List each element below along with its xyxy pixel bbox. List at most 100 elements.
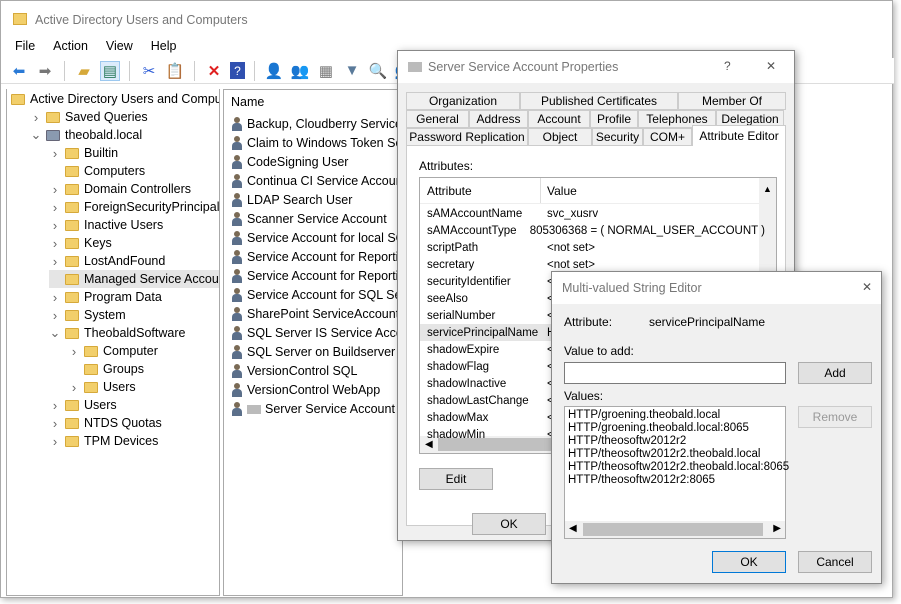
tree-node[interactable]: › Saved Queries — [30, 108, 148, 126]
menu-view[interactable]: View — [106, 39, 133, 53]
list-item[interactable]: Service Account for local SQL — [231, 229, 402, 247]
tab-profile[interactable]: Profile — [590, 110, 638, 128]
tree-node[interactable]: › Program Data — [49, 288, 162, 306]
values-list[interactable]: HTTP/groening.theobald.local HTTP/groenin… — [564, 406, 789, 539]
tree-node[interactable]: Groups — [68, 360, 144, 378]
attribute-row[interactable]: scriptPath <not set> — [420, 239, 765, 256]
tree-node[interactable]: › NTDS Quotas — [49, 414, 162, 432]
tree-node[interactable]: › Inactive Users — [49, 216, 163, 234]
list-item[interactable]: Scanner Service Account — [231, 210, 387, 228]
chevron-right-icon[interactable]: › — [49, 416, 61, 431]
tab-account[interactable]: Account — [528, 110, 590, 128]
editor-close-button[interactable]: ✕ — [862, 280, 872, 294]
tab-member-of[interactable]: Member Of — [678, 92, 786, 110]
new-ou-icon[interactable]: ▦ — [316, 61, 336, 81]
scroll-thumb[interactable] — [583, 523, 763, 536]
attribute-row[interactable]: sAMAccountName svc_xusrv — [420, 205, 765, 222]
chevron-right-icon[interactable]: › — [49, 236, 61, 251]
find-icon[interactable]: 🔍 — [368, 61, 388, 81]
chevron-down-icon[interactable]: ⌄ — [49, 325, 61, 341]
list-item[interactable]: VersionControl SQL — [231, 362, 357, 380]
chevron-right-icon[interactable]: › — [49, 254, 61, 269]
tree-node[interactable]: › Keys — [49, 234, 112, 252]
clipboard-icon[interactable]: 📋 — [165, 61, 185, 81]
delete-icon[interactable]: ✕ — [204, 61, 224, 81]
chevron-right-icon[interactable]: › — [68, 380, 80, 395]
tab-published-certificates[interactable]: Published Certificates — [520, 92, 678, 110]
value-item[interactable]: HTTP/theosoftw2012r2 — [568, 435, 782, 448]
tree-node[interactable]: › Computer — [68, 342, 158, 360]
tree-node[interactable]: Computers — [49, 162, 145, 180]
tree-node[interactable]: › Domain Controllers — [49, 180, 191, 198]
list-item[interactable]: LDAP Search User — [231, 191, 352, 209]
close-button[interactable]: ✕ — [766, 59, 776, 73]
menu-file[interactable]: File — [15, 39, 35, 53]
tab-object[interactable]: Object — [528, 128, 592, 146]
up-folder-icon[interactable]: ▰ — [74, 61, 94, 81]
value-item[interactable]: HTTP/theosoftw2012r2.theobald.local — [568, 448, 782, 461]
chevron-right-icon[interactable]: › — [49, 218, 61, 233]
list-item[interactable]: Continua CI Service Account — [231, 172, 402, 190]
remove-button[interactable]: Remove — [798, 406, 872, 428]
chevron-down-icon[interactable]: ⌄ — [30, 127, 42, 143]
tab-com-[interactable]: COM+ — [643, 128, 692, 146]
tab-general[interactable]: General — [406, 110, 469, 128]
help-button[interactable]: ? — [724, 59, 731, 73]
tab-address[interactable]: Address — [469, 110, 528, 128]
tree-node[interactable]: › Users — [49, 396, 117, 414]
chevron-right-icon[interactable]: › — [49, 308, 61, 323]
forward-arrow-icon[interactable]: ➡ — [35, 61, 55, 81]
list-item[interactable]: Claim to Windows Token Service — [231, 134, 402, 152]
tree-node[interactable]: › ForeignSecurityPrincipals — [49, 198, 219, 216]
chevron-right-icon[interactable]: › — [68, 344, 80, 359]
new-user-icon[interactable]: 👤 — [264, 61, 284, 81]
editor-ok-button[interactable]: OK — [712, 551, 786, 573]
chevron-right-icon[interactable]: › — [30, 110, 42, 125]
column-value[interactable]: Value — [541, 184, 577, 198]
chevron-right-icon[interactable]: › — [49, 182, 61, 197]
list-item[interactable]: VersionControl WebApp — [231, 381, 380, 399]
filter-icon[interactable]: ▼ — [342, 61, 362, 81]
menu-help[interactable]: Help — [151, 39, 177, 53]
chevron-right-icon[interactable]: › — [49, 434, 61, 449]
list-item[interactable]: SQL Server IS Service Account — [231, 324, 402, 342]
new-group-icon[interactable]: 👥 — [290, 61, 310, 81]
value-item[interactable]: HTTP/groening.theobald.local — [568, 409, 782, 422]
back-arrow-icon[interactable]: ⬅ — [9, 61, 29, 81]
column-header-name[interactable]: Name — [231, 95, 264, 109]
list-item[interactable]: SharePoint ServiceAccount T — [231, 305, 402, 323]
tree-node[interactable]: › System — [49, 306, 126, 324]
list-item[interactable]: Service Account for SQL Server — [231, 286, 402, 304]
list-item[interactable]: Service Account for Reporting — [231, 248, 402, 266]
chevron-right-icon[interactable]: › — [49, 398, 61, 413]
value-item[interactable]: HTTP/theosoftw2012r2.theobald.local:8065 — [568, 461, 789, 474]
tab-security[interactable]: Security — [592, 128, 643, 146]
tree-node[interactable]: › Builtin — [49, 144, 118, 162]
tree-node[interactable]: › LostAndFound — [49, 252, 165, 270]
list-item[interactable]: Backup, Cloudberry Service Account — [231, 115, 402, 133]
scroll-left-icon[interactable]: ◀ — [569, 523, 577, 536]
menu-action[interactable]: Action — [53, 39, 88, 53]
edit-button[interactable]: Edit — [419, 468, 493, 490]
tree-node[interactable]: › TPM Devices — [49, 432, 159, 450]
value-to-add-input[interactable] — [564, 362, 786, 384]
tree-node[interactable]: ⌄ theobald.local — [30, 126, 143, 144]
column-attribute[interactable]: Attribute — [420, 178, 541, 203]
attribute-row[interactable]: sAMAccountType 805306368 = ( NORMAL_USER_… — [420, 222, 765, 239]
tab-password-replication[interactable]: Password Replication — [406, 128, 528, 146]
chevron-right-icon[interactable]: › — [49, 146, 61, 161]
values-horizontal-scrollbar[interactable]: ◀ ▶ — [565, 521, 785, 538]
value-item[interactable]: HTTP/groening.theobald.local:8065 — [568, 422, 782, 435]
tree-node[interactable]: ⌄ TheobaldSoftware — [49, 324, 186, 342]
show-console-tree-icon[interactable]: ▤ — [100, 60, 120, 81]
list-item[interactable]: Service Account for Reporting — [231, 267, 402, 285]
ok-button[interactable]: OK — [472, 513, 546, 535]
tab-organization[interactable]: Organization — [406, 92, 520, 110]
list-item[interactable]: Server Service Account — [231, 400, 395, 418]
tree-node[interactable]: › Users — [68, 378, 136, 396]
tab-attribute-editor[interactable]: Attribute Editor — [692, 125, 786, 146]
help-icon[interactable]: ? — [230, 62, 245, 79]
editor-cancel-button[interactable]: Cancel — [798, 551, 872, 573]
cut-icon[interactable]: ✂ — [139, 61, 159, 81]
tree-node[interactable]: Managed Service Accounts — [49, 270, 219, 288]
